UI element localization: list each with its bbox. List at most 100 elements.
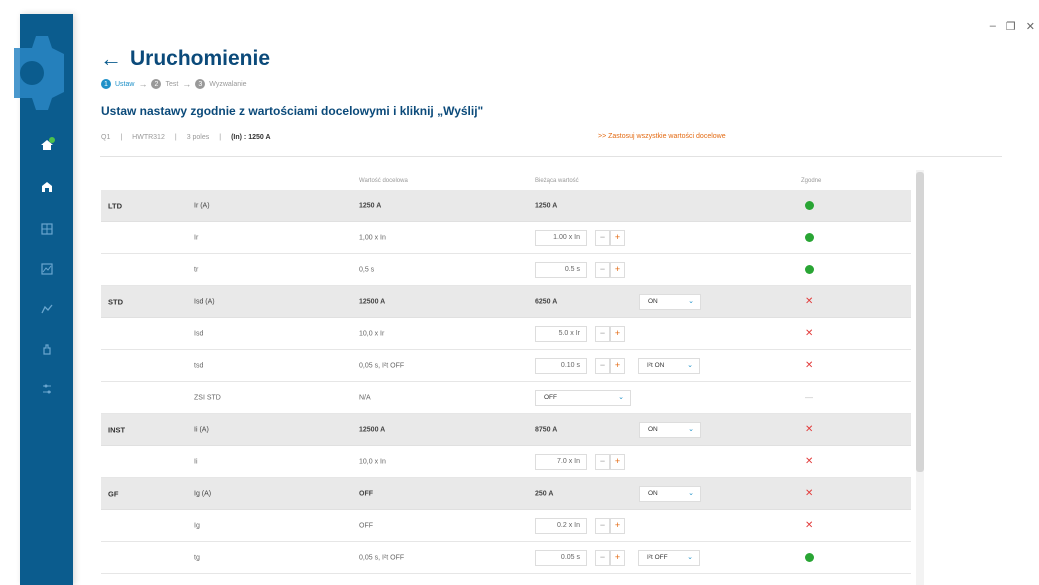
parameter-name: Ig bbox=[194, 522, 200, 529]
value-stepper: − + bbox=[595, 325, 625, 342]
increment-button[interactable]: + bbox=[610, 229, 625, 246]
target-value: 0,05 s, I²t OFF bbox=[359, 554, 405, 561]
mode-dropdown[interactable]: ON ⌄ bbox=[639, 293, 701, 310]
status-none-icon: — bbox=[805, 392, 813, 402]
target-value: 12500 A bbox=[359, 298, 386, 305]
table-row: ZSI STD N/A OFF ⌄ — bbox=[101, 382, 911, 414]
table-row: tsd 0,05 s, I²t OFF 0.10 s − + I²t ON ⌄ ✕ bbox=[101, 350, 911, 382]
table-header: Wartość docelowa Bieżąca wartość Zgodne bbox=[101, 174, 911, 190]
current-value: 250 A bbox=[535, 490, 554, 497]
status-error-icon: ✕ bbox=[805, 327, 814, 339]
step-arrow-icon: → bbox=[182, 79, 192, 89]
window-controls: – ❐ ✕ bbox=[990, 20, 1035, 33]
increment-button[interactable]: + bbox=[610, 325, 625, 342]
increment-button[interactable]: + bbox=[610, 549, 625, 566]
step-3-label[interactable]: Wyzwalanie bbox=[209, 81, 246, 88]
meta-separator: | bbox=[174, 134, 177, 141]
table-row: Ii 10,0 x In 7.0 x In − + ✕ bbox=[101, 446, 911, 478]
column-header-match: Zgodne bbox=[801, 178, 822, 184]
home-icon[interactable] bbox=[20, 134, 73, 156]
trend-icon[interactable] bbox=[20, 298, 73, 320]
decrement-button[interactable]: − bbox=[595, 325, 610, 342]
table-body: LTD Ir (A) 1250 A 1250 A Ir 1,00 x In 1.00 x I… bbox=[101, 190, 911, 574]
column-header-current: Bieżąca wartość bbox=[535, 178, 579, 184]
zsi-dropdown[interactable]: OFF ⌄ bbox=[535, 389, 631, 406]
value-stepper: − + bbox=[595, 549, 625, 566]
device-model: HWTR312 bbox=[132, 134, 165, 141]
value-input[interactable]: 0.10 s bbox=[535, 357, 587, 374]
device-poles: 3 poles bbox=[186, 134, 210, 141]
apply-all-targets-link[interactable]: >> Zastosuj wszystkie wartości docelowe bbox=[598, 133, 726, 140]
parameter-name: Isd (A) bbox=[194, 298, 215, 305]
parameter-name: Ir (A) bbox=[194, 202, 210, 209]
current-value: 6250 A bbox=[535, 298, 558, 305]
value-input[interactable]: 0.05 s bbox=[535, 549, 587, 566]
step-2-badge: 2 bbox=[151, 79, 162, 89]
value-input[interactable]: 1.00 x In bbox=[535, 229, 587, 246]
table-row-group: STD Isd (A) 12500 A 6250 A ON ⌄ ✕ bbox=[101, 286, 911, 318]
step-arrow-icon: → bbox=[138, 79, 148, 89]
mode-dropdown[interactable]: ON ⌄ bbox=[639, 421, 701, 438]
sliders-icon[interactable] bbox=[20, 378, 73, 400]
stepper: 1 Ustaw → 2 Test → 3 Wyzwalanie bbox=[101, 79, 247, 89]
value-stepper: − + bbox=[595, 453, 625, 470]
chevron-down-icon: ⌄ bbox=[618, 393, 624, 401]
status-error-icon: ✕ bbox=[805, 455, 814, 467]
group-label: INST bbox=[108, 425, 126, 434]
column-header-target: Wartość docelowa bbox=[359, 178, 408, 184]
back-arrow-icon[interactable]: ← bbox=[100, 48, 122, 70]
value-input[interactable]: 5.0 x Ir bbox=[535, 325, 587, 342]
status-error-icon: ✕ bbox=[805, 359, 814, 371]
table-row: Ig OFF 0.2 x In − + ✕ bbox=[101, 510, 911, 542]
step-3-badge: 3 bbox=[195, 79, 206, 89]
hand-icon[interactable] bbox=[20, 338, 73, 360]
increment-button[interactable]: + bbox=[610, 517, 625, 534]
restore-button[interactable]: ❐ bbox=[1006, 20, 1016, 33]
target-value: 0,05 s, I²t OFF bbox=[359, 362, 405, 369]
decrement-button[interactable]: − bbox=[595, 357, 610, 374]
value-input[interactable]: 0.2 x In bbox=[535, 517, 587, 534]
chevron-down-icon: ⌄ bbox=[688, 489, 694, 497]
window-top-frame bbox=[0, 0, 1039, 14]
step-1-badge: 1 bbox=[101, 79, 111, 89]
value-stepper: − + bbox=[595, 261, 625, 278]
gear-logo-icon bbox=[14, 36, 64, 110]
mode-dropdown[interactable]: I²t OFF ⌄ bbox=[638, 549, 700, 566]
sidebar bbox=[14, 14, 73, 585]
increment-button[interactable]: + bbox=[610, 453, 625, 470]
target-value: 0,5 s bbox=[359, 266, 375, 273]
status-error-icon: ✕ bbox=[805, 423, 814, 435]
close-button[interactable]: ✕ bbox=[1026, 20, 1035, 33]
table-row-group: INST Ii (A) 12500 A 8750 A ON ⌄ ✕ bbox=[101, 414, 911, 446]
dropdown-value: ON bbox=[648, 489, 658, 497]
value-input[interactable]: 0.5 s bbox=[535, 261, 587, 278]
increment-button[interactable]: + bbox=[610, 261, 625, 278]
status-error-icon: ✕ bbox=[805, 295, 814, 307]
building-icon[interactable] bbox=[20, 176, 73, 198]
decrement-button[interactable]: − bbox=[595, 517, 610, 534]
value-input[interactable]: 7.0 x In bbox=[535, 453, 587, 470]
dropdown-value: I²t OFF bbox=[647, 553, 668, 561]
target-value: 1,00 x In bbox=[359, 234, 386, 241]
mode-dropdown[interactable]: ON ⌄ bbox=[639, 485, 701, 502]
status-error-icon: ✕ bbox=[805, 487, 814, 499]
parameter-name: Ir bbox=[194, 234, 199, 241]
chart-icon[interactable] bbox=[20, 258, 73, 280]
decrement-button[interactable]: − bbox=[595, 229, 610, 246]
scrollbar-thumb[interactable] bbox=[916, 172, 924, 472]
increment-button[interactable]: + bbox=[610, 357, 625, 374]
value-stepper: − + bbox=[595, 517, 625, 534]
group-label: GF bbox=[108, 489, 119, 498]
minimize-button[interactable]: – bbox=[990, 20, 996, 33]
decrement-button[interactable]: − bbox=[595, 453, 610, 470]
table-row-group: GF Ig (A) OFF 250 A ON ⌄ ✕ bbox=[101, 478, 911, 510]
step-1-label[interactable]: Ustaw bbox=[115, 81, 134, 88]
group-label: LTD bbox=[108, 201, 123, 210]
grid-icon[interactable] bbox=[20, 218, 73, 240]
device-meta: Q1 | HWTR312 | 3 poles | (In) : 1250 A bbox=[101, 134, 271, 141]
mode-dropdown[interactable]: I²t ON ⌄ bbox=[638, 357, 700, 374]
target-value: OFF bbox=[359, 522, 373, 529]
decrement-button[interactable]: − bbox=[595, 549, 610, 566]
step-2-label[interactable]: Test bbox=[165, 81, 178, 88]
decrement-button[interactable]: − bbox=[595, 261, 610, 278]
